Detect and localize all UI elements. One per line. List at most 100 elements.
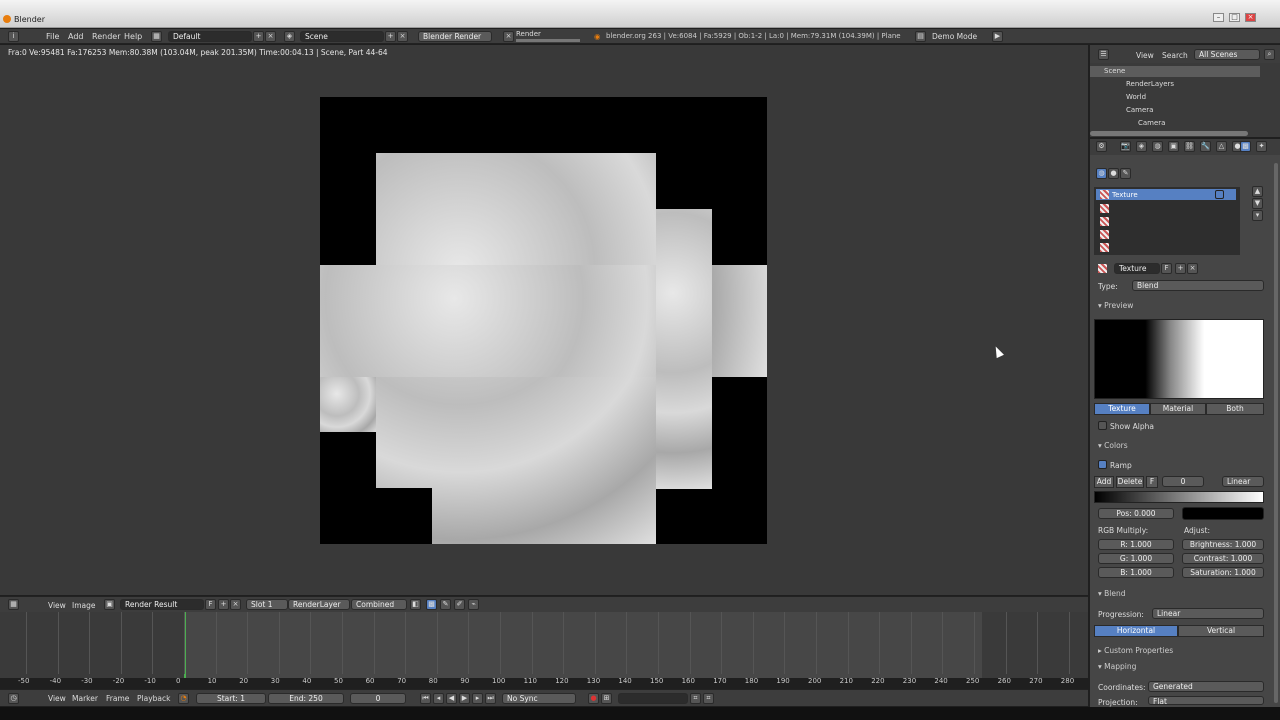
demo-play-icon[interactable]: ▶ (992, 31, 1003, 42)
layout-remove-button[interactable]: × (265, 31, 276, 42)
empty-slot-icon[interactable] (1100, 243, 1109, 252)
outliner-scrollbar[interactable] (1090, 131, 1248, 136)
image-add-button[interactable]: + (218, 599, 229, 610)
outliner-item-camera-data[interactable]: Camera (1138, 119, 1165, 127)
fake-user-button[interactable]: F (205, 599, 216, 610)
maximize-button[interactable]: □ (1229, 13, 1240, 22)
slot-move-up-icon[interactable]: ▲ (1252, 186, 1263, 197)
menu-playback[interactable]: Playback (137, 694, 170, 703)
menu-frame[interactable]: Frame (106, 694, 129, 703)
scene-add-button[interactable]: + (385, 31, 396, 42)
slot-move-down-icon[interactable]: ▼ (1252, 198, 1263, 209)
modifiers-context-icon[interactable]: 🔧 (1200, 141, 1211, 152)
colors-section-header[interactable]: ▾ Colors (1098, 441, 1128, 450)
outliner-item-scene[interactable]: Scene (1104, 67, 1125, 75)
outliner-item-renderlayers[interactable]: RenderLayers (1126, 80, 1174, 88)
properties-scrollbar[interactable] (1274, 163, 1278, 703)
ramp-interpolation-select[interactable]: Linear (1222, 476, 1264, 487)
insert-keyframe-icon[interactable]: ⌗ (690, 693, 701, 704)
coordinates-select[interactable]: Generated (1148, 681, 1264, 692)
data-context-icon[interactable]: △ (1216, 141, 1227, 152)
menu-render[interactable]: Render (92, 32, 120, 41)
preview-tab-texture[interactable]: Texture (1094, 403, 1150, 415)
jump-start-icon[interactable]: ⏮ (420, 693, 431, 704)
outliner-panel[interactable]: ☰ View Search All Scenes ⌕ Scene RenderL… (1090, 45, 1280, 137)
saturation-field[interactable]: Saturation: 1.000 (1182, 567, 1264, 578)
world-context-icon[interactable]: ◍ (1152, 141, 1163, 152)
red-multiply-field[interactable]: R: 1.000 (1098, 539, 1174, 550)
menu-add[interactable]: Add (68, 32, 84, 41)
texture-context-icon[interactable]: ▩ (1240, 141, 1251, 152)
editor-type-icon[interactable]: i (8, 31, 19, 42)
render-context-icon[interactable]: 📷 (1120, 141, 1131, 152)
preview-tab-both[interactable]: Both (1206, 403, 1264, 415)
play-reverse-icon[interactable]: ◀ (446, 693, 457, 704)
texture-browse-icon[interactable] (1098, 264, 1107, 273)
record-icon[interactable]: ● (588, 693, 599, 704)
sample-icon[interactable]: ✎ (440, 599, 451, 610)
blue-multiply-field[interactable]: B: 1.000 (1098, 567, 1174, 578)
color-ramp-widget[interactable] (1094, 491, 1264, 503)
display-mode-select[interactable]: All Scenes (1194, 49, 1260, 60)
properties-panel[interactable]: ⚙ 📷 ◈ ◍ ▣ ⛓ 🔧 △ ● ▩ ✦ ◍ ● ✎ Texture ▲ ▼ … (1090, 139, 1280, 709)
menu-marker[interactable]: Marker (72, 694, 98, 703)
prev-keyframe-icon[interactable]: ◂ (433, 693, 444, 704)
fake-user-button[interactable]: F (1161, 263, 1172, 274)
blend-section-header[interactable]: ▾ Blend (1098, 589, 1126, 598)
ramp-position-field[interactable]: Pos: 0.000 (1098, 508, 1174, 519)
outliner-item-camera[interactable]: Camera (1126, 106, 1153, 114)
constraints-context-icon[interactable]: ⛓ (1184, 141, 1195, 152)
keying-icon[interactable]: ⊞ (601, 693, 612, 704)
menu-view[interactable]: View (1136, 51, 1154, 60)
image-remove-button[interactable]: × (230, 599, 241, 610)
horizontal-toggle[interactable]: Horizontal (1094, 625, 1178, 637)
editor-type-icon[interactable]: ⚙ (1096, 141, 1107, 152)
editor-type-icon[interactable]: ▦ (8, 599, 19, 610)
slot-enabled-checkbox[interactable] (1215, 190, 1224, 199)
empty-slot-icon[interactable] (1100, 217, 1109, 226)
current-frame-field[interactable]: 0 (350, 693, 406, 704)
layout-select[interactable]: Default (168, 31, 252, 42)
mapping-section-header[interactable]: ▾ Mapping (1098, 662, 1136, 671)
texture-type-select[interactable]: Blend (1132, 280, 1264, 291)
menu-search[interactable]: Search (1162, 51, 1188, 60)
editor-type-icon[interactable]: ☰ (1098, 49, 1109, 60)
play-icon[interactable]: ▶ (459, 693, 470, 704)
layout-icon[interactable]: ▦ (151, 31, 162, 42)
menu-file[interactable]: File (46, 32, 59, 41)
start-frame-field[interactable]: Start: 1 (196, 693, 266, 704)
particles-context-icon[interactable]: ✦ (1256, 141, 1267, 152)
ramp-color-swatch[interactable] (1182, 507, 1264, 520)
cancel-render-icon[interactable]: × (503, 31, 514, 42)
texture-brush-icon[interactable]: ✎ (1120, 168, 1131, 179)
pin-icon[interactable]: ⌁ (468, 599, 479, 610)
ramp-delete-button[interactable]: Delete (1116, 476, 1144, 488)
ramp-add-button[interactable]: Add (1094, 476, 1114, 488)
timeline-area[interactable]: -50 -40 -30 -20 -10 0 10 20 30 40 50 60 70 80 90 100 110… (0, 612, 1088, 685)
empty-slot-icon[interactable] (1100, 204, 1109, 213)
paint-icon[interactable]: ✐ (454, 599, 465, 610)
menu-view[interactable]: View (48, 694, 66, 703)
preview-section-header[interactable]: ▾ Preview (1098, 301, 1133, 310)
texture-remove-button[interactable]: × (1187, 263, 1198, 274)
show-alpha-checkbox[interactable] (1098, 421, 1107, 430)
keying-set-field[interactable] (618, 693, 688, 704)
green-multiply-field[interactable]: G: 1.000 (1098, 553, 1174, 564)
use-preview-range-icon[interactable]: ◔ (178, 693, 189, 704)
ramp-flip-button[interactable]: F (1146, 476, 1158, 488)
image-name-field[interactable]: Render Result (120, 599, 204, 610)
image-browse-icon[interactable]: ▣ (104, 599, 115, 610)
progression-select[interactable]: Linear (1152, 608, 1264, 619)
texture-add-button[interactable]: + (1175, 263, 1186, 274)
scene-context-icon[interactable]: ◈ (1136, 141, 1147, 152)
texture-world-icon[interactable]: ◍ (1096, 168, 1107, 179)
texture-name-field[interactable]: Texture (1114, 263, 1160, 274)
brightness-field[interactable]: Brightness: 1.000 (1182, 539, 1264, 550)
texture-material-icon[interactable]: ● (1108, 168, 1119, 179)
contrast-field[interactable]: Contrast: 1.000 (1182, 553, 1264, 564)
jump-end-icon[interactable]: ⏭ (485, 693, 496, 704)
delete-keyframe-icon[interactable]: ⌗ (703, 693, 714, 704)
minimize-button[interactable]: – (1213, 13, 1224, 22)
sync-mode-select[interactable]: No Sync (502, 693, 576, 704)
custom-properties-header[interactable]: ▸ Custom Properties (1098, 646, 1173, 655)
